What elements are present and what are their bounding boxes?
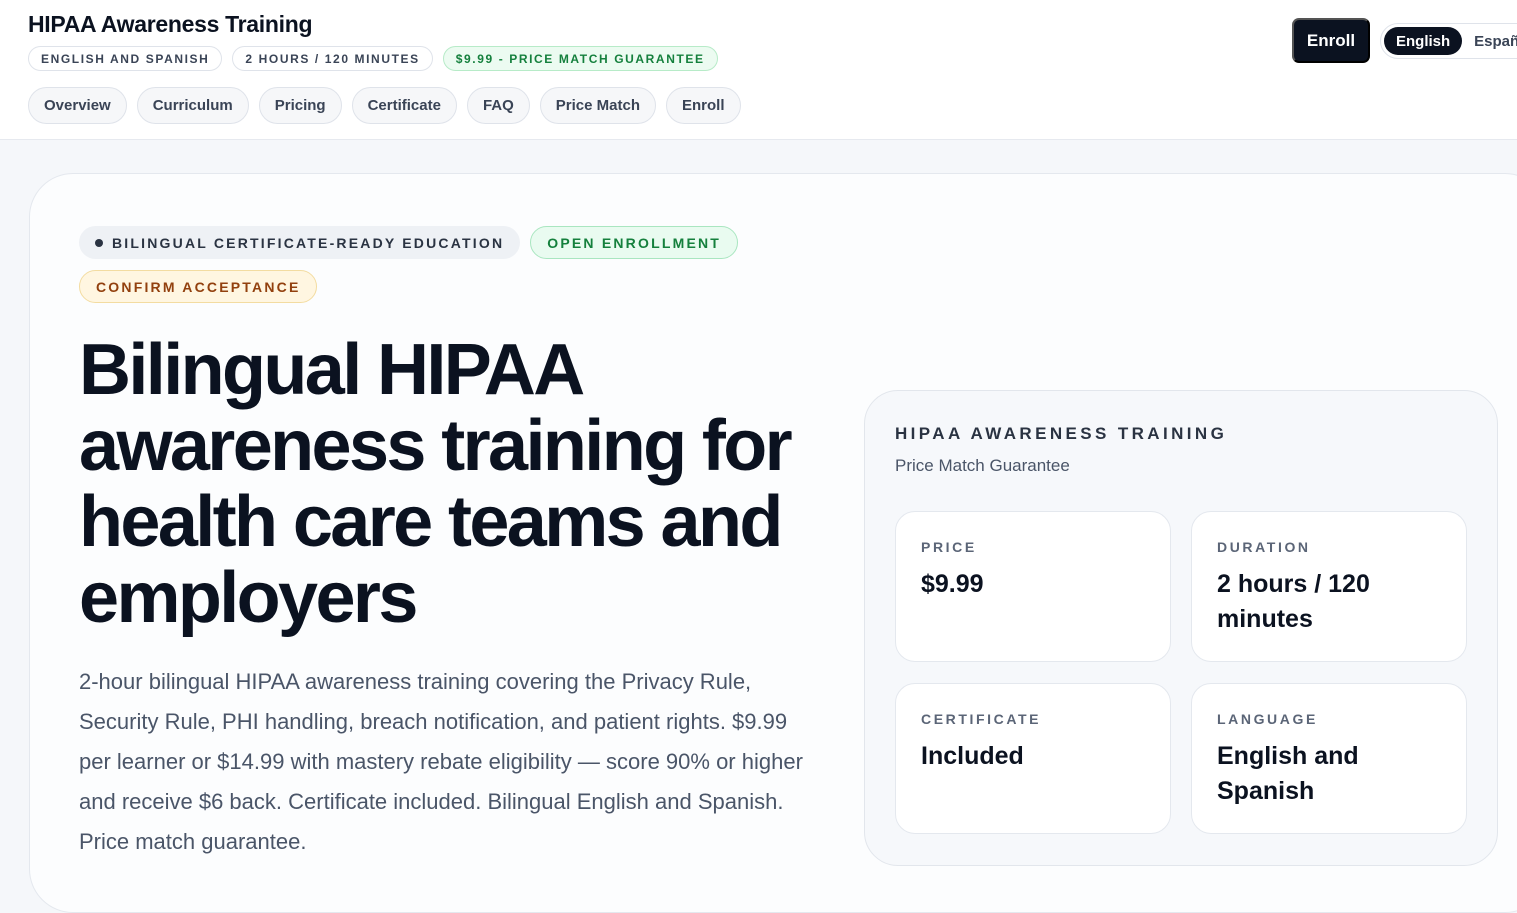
- language-spanish-option[interactable]: Español: [1462, 27, 1517, 55]
- enroll-button[interactable]: Enroll: [1292, 18, 1370, 63]
- hero-badges: BILINGUAL CERTIFICATE-READY EDUCATION OP…: [79, 226, 739, 259]
- bullet-dot-icon: [95, 238, 103, 247]
- stat-label: PRICE: [921, 539, 977, 555]
- languages-chip: ENGLISH AND SPANISH: [28, 46, 223, 71]
- language-english-option[interactable]: English: [1384, 27, 1463, 55]
- price-guarantee-chip: $9.99 - PRICE MATCH GUARANTEE: [442, 46, 718, 71]
- stat-value: $9.99: [921, 570, 984, 598]
- hero-description: 2-hour bilingual HIPAA awareness trainin…: [79, 669, 803, 854]
- education-badge-label: BILINGUAL CERTIFICATE-READY EDUCATION: [112, 234, 505, 251]
- nav-certificate[interactable]: Certificate: [351, 87, 457, 124]
- top-bar: HIPAA Awareness Training ENGLISH AND SPA…: [0, 0, 1517, 140]
- nav-pricing[interactable]: Pricing: [258, 87, 342, 124]
- hero-headline: Bilingual HIPAA awareness training for h…: [79, 330, 793, 638]
- nav-curriculum[interactable]: Curriculum: [136, 87, 249, 124]
- confirm-acceptance-badge: CONFIRM ACCEPTANCE: [79, 270, 318, 303]
- stat-value: 2 hours / 120 minutes: [1217, 570, 1370, 633]
- stat-label: DURATION: [1217, 539, 1311, 555]
- section-nav: Overview Curriculum Pricing Certificate …: [28, 87, 741, 124]
- nav-faq[interactable]: FAQ: [466, 87, 530, 124]
- stat-value: Included: [921, 742, 1024, 770]
- stat-label: CERTIFICATE: [921, 711, 1042, 727]
- price-stat: PRICE $9.99: [895, 511, 1171, 662]
- language-toggle: English Español: [1380, 23, 1517, 59]
- open-enrollment-badge: OPEN ENROLLMENT: [530, 226, 739, 259]
- course-meta: ENGLISH AND SPANISH 2 HOURS / 120 MINUTE…: [28, 46, 718, 71]
- summary-subtitle: Price Match Guarantee: [895, 456, 1070, 475]
- language-stat: LANGUAGE English and Spanish: [1191, 683, 1467, 834]
- duration-chip: 2 HOURS / 120 MINUTES: [232, 46, 433, 71]
- duration-stat: DURATION 2 hours / 120 minutes: [1191, 511, 1467, 662]
- stat-value: English and Spanish: [1217, 742, 1359, 805]
- nav-enroll[interactable]: Enroll: [666, 87, 741, 124]
- hero-notice: CONFIRM ACCEPTANCE: [79, 270, 318, 303]
- hero-card: BILINGUAL CERTIFICATE-READY EDUCATION OP…: [29, 173, 1517, 913]
- stat-label: LANGUAGE: [1217, 711, 1318, 727]
- summary-title: HIPAA AWARENESS TRAINING: [895, 424, 1228, 443]
- education-badge: BILINGUAL CERTIFICATE-READY EDUCATION: [79, 226, 521, 259]
- nav-overview[interactable]: Overview: [28, 87, 127, 124]
- certificate-stat: CERTIFICATE Included: [895, 683, 1171, 834]
- nav-price-match[interactable]: Price Match: [539, 87, 656, 124]
- page-title: HIPAA Awareness Training: [28, 11, 313, 37]
- course-summary-card: HIPAA AWARENESS TRAINING Price Match Gua…: [864, 390, 1498, 866]
